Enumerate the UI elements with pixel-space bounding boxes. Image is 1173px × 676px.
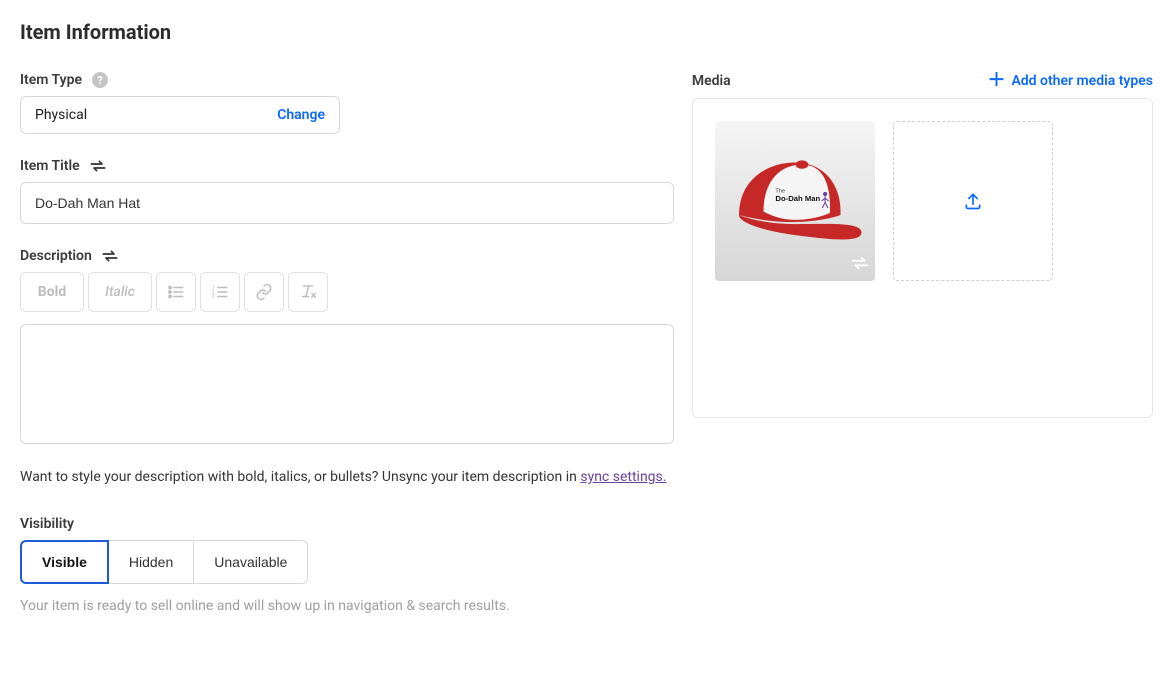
visibility-toggle-group: Visible Hidden Unavailable xyxy=(20,540,308,584)
item-type-value: Physical xyxy=(35,107,87,123)
add-media-label: Add other media types xyxy=(1011,73,1153,89)
right-column: Media ＋ Add other media types The Do-Dah… xyxy=(692,72,1153,418)
visibility-visible-button[interactable]: Visible xyxy=(20,540,109,584)
sync-icon xyxy=(102,249,118,263)
visibility-label-row: Visibility xyxy=(20,516,674,532)
svg-text:3: 3 xyxy=(212,294,215,300)
media-thumbnail[interactable]: The Do-Dah Man xyxy=(715,121,875,281)
upload-media-slot[interactable] xyxy=(893,121,1053,281)
media-label: Media xyxy=(692,73,731,89)
visibility-label: Visibility xyxy=(20,516,74,532)
sync-icon xyxy=(851,255,869,275)
description-sync-hint: Want to style your description with bold… xyxy=(20,468,674,488)
add-media-button[interactable]: ＋ Add other media types xyxy=(987,72,1153,90)
svg-text:Do-Dah Man: Do-Dah Man xyxy=(775,194,820,203)
visibility-help-text: Your item is ready to sell online and wi… xyxy=(20,598,674,614)
left-column: Item Type ? Physical Change Item Title D… xyxy=(20,72,674,614)
link-button[interactable] xyxy=(244,272,284,312)
item-type-label-row: Item Type ? xyxy=(20,72,674,88)
sync-hint-text: Want to style your description with bold… xyxy=(20,469,580,485)
sync-icon xyxy=(90,159,106,173)
visibility-unavailable-button[interactable]: Unavailable xyxy=(193,540,308,584)
item-title-label-row: Item Title xyxy=(20,158,674,174)
upload-icon xyxy=(963,191,983,211)
item-title-input[interactable] xyxy=(20,182,674,224)
visibility-hidden-button[interactable]: Hidden xyxy=(108,540,194,584)
item-type-label: Item Type xyxy=(20,72,82,88)
page-title: Item Information xyxy=(20,20,1153,44)
description-label-row: Description xyxy=(20,248,674,264)
italic-button[interactable]: Italic xyxy=(88,272,152,312)
clear-format-button[interactable] xyxy=(288,272,328,312)
media-panel: The Do-Dah Man xyxy=(692,98,1153,418)
description-label: Description xyxy=(20,248,92,264)
help-icon[interactable]: ? xyxy=(92,72,108,88)
change-item-type-button[interactable]: Change xyxy=(277,107,325,123)
plus-icon: ＋ xyxy=(987,72,1005,90)
item-title-label: Item Title xyxy=(20,158,80,174)
bullet-list-button[interactable] xyxy=(156,272,196,312)
description-input[interactable] xyxy=(20,324,674,444)
bold-button[interactable]: Bold xyxy=(20,272,84,312)
numbered-list-button[interactable]: 123 xyxy=(200,272,240,312)
sync-settings-link[interactable]: sync settings. xyxy=(580,469,666,485)
description-toolbar: Bold Italic 123 xyxy=(20,272,674,312)
hat-image: The Do-Dah Man xyxy=(725,145,865,257)
media-header: Media ＋ Add other media types xyxy=(692,72,1153,90)
item-type-field: Physical Change xyxy=(20,96,340,134)
